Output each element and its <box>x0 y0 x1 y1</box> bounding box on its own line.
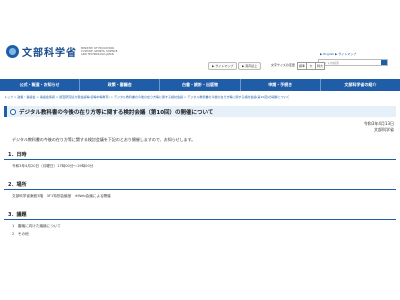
section-body-datetime: 令和3年4月20日（月曜日）17時00分～19時00分 <box>12 162 93 170</box>
datetime-text: 令和3年4月20日（月曜日）17時00分～19時00分 <box>12 164 94 168</box>
breadcrumb[interactable]: トップ > 政策・審議会 > 審議会情報 > 調査研究協力者会議等(初等中等教育… <box>4 95 289 99</box>
section-heading-datetime: 1．日時 <box>4 151 396 160</box>
search-button[interactable] <box>381 60 387 65</box>
logo-text: 文部科学省 <box>22 48 77 59</box>
logo-emblem-icon <box>6 45 19 58</box>
page-title-bar: デジタル教科書の今後の在り方等に関する検討会議（第10回）の開催について <box>4 106 396 117</box>
sitemap-button[interactable]: ▶ サイトマップ <box>208 62 238 70</box>
voice-reader-button[interactable]: ▶ 音声読上 <box>238 62 262 70</box>
nav-item-procedures[interactable]: 申請・手続き <box>241 79 321 91</box>
page-title: デジタル教科書の今後の在り方等に関する検討会議（第10回）の開催について <box>19 109 214 116</box>
nav-item-statistics[interactable]: 白書・統計・出版物 <box>160 79 241 91</box>
date-org-block: 令和3年4月13日 文部科学省 <box>364 121 394 133</box>
nav-item-policy[interactable]: 政策・審議会 <box>80 79 161 91</box>
font-size-label: 文字サイズの変更 <box>271 63 295 67</box>
section-body-agenda: 1 審議に向けた議論について 2 その他 <box>12 222 61 238</box>
site-header: 文部科学省 MINISTRY OF EDUCATION, CULTURE, SP… <box>0 0 400 78</box>
intro-text: デジタル教科書の今後の在り方等に関する検討会議を下記のとおり開催しますので、お知… <box>12 137 196 142</box>
font-size-xlarge-button[interactable]: 特大 <box>315 62 325 70</box>
agenda-item: 1 審議に向けた議論について <box>12 224 61 228</box>
section-body-place: 文部科学省東館3階 3F1特別会議室 ※Web会議による開催 <box>12 192 111 200</box>
agenda-item: 2 その他 <box>12 232 29 236</box>
site-logo[interactable]: 文部科学省 MINISTRY OF EDUCATION, CULTURE, SP… <box>6 44 121 59</box>
global-nav: 公式・報道・お知らせ 政策・審議会 白書・統計・出版物 申請・手続き 文部科学省… <box>0 79 400 91</box>
logo-subtitle: MINISTRY OF EDUCATION, CULTURE, SPORTS, … <box>81 47 118 56</box>
section-heading-agenda: 3．議題 <box>4 211 396 220</box>
title-bullet-icon <box>10 108 16 115</box>
header-links[interactable]: ▶ English ▶ サイトマップ <box>320 52 356 56</box>
nav-item-about[interactable]: 文部科学省の紹介 <box>321 79 400 91</box>
nav-item-news[interactable]: 公式・報道・お知らせ <box>0 79 81 91</box>
search-input[interactable]: サイト内検索 <box>318 59 388 66</box>
place-text: 文部科学省東館3階 3F1特別会議室 ※Web会議による開催 <box>12 194 111 198</box>
section-heading-place: 2．場所 <box>4 181 396 190</box>
publisher-org: 文部科学省 <box>374 127 394 132</box>
